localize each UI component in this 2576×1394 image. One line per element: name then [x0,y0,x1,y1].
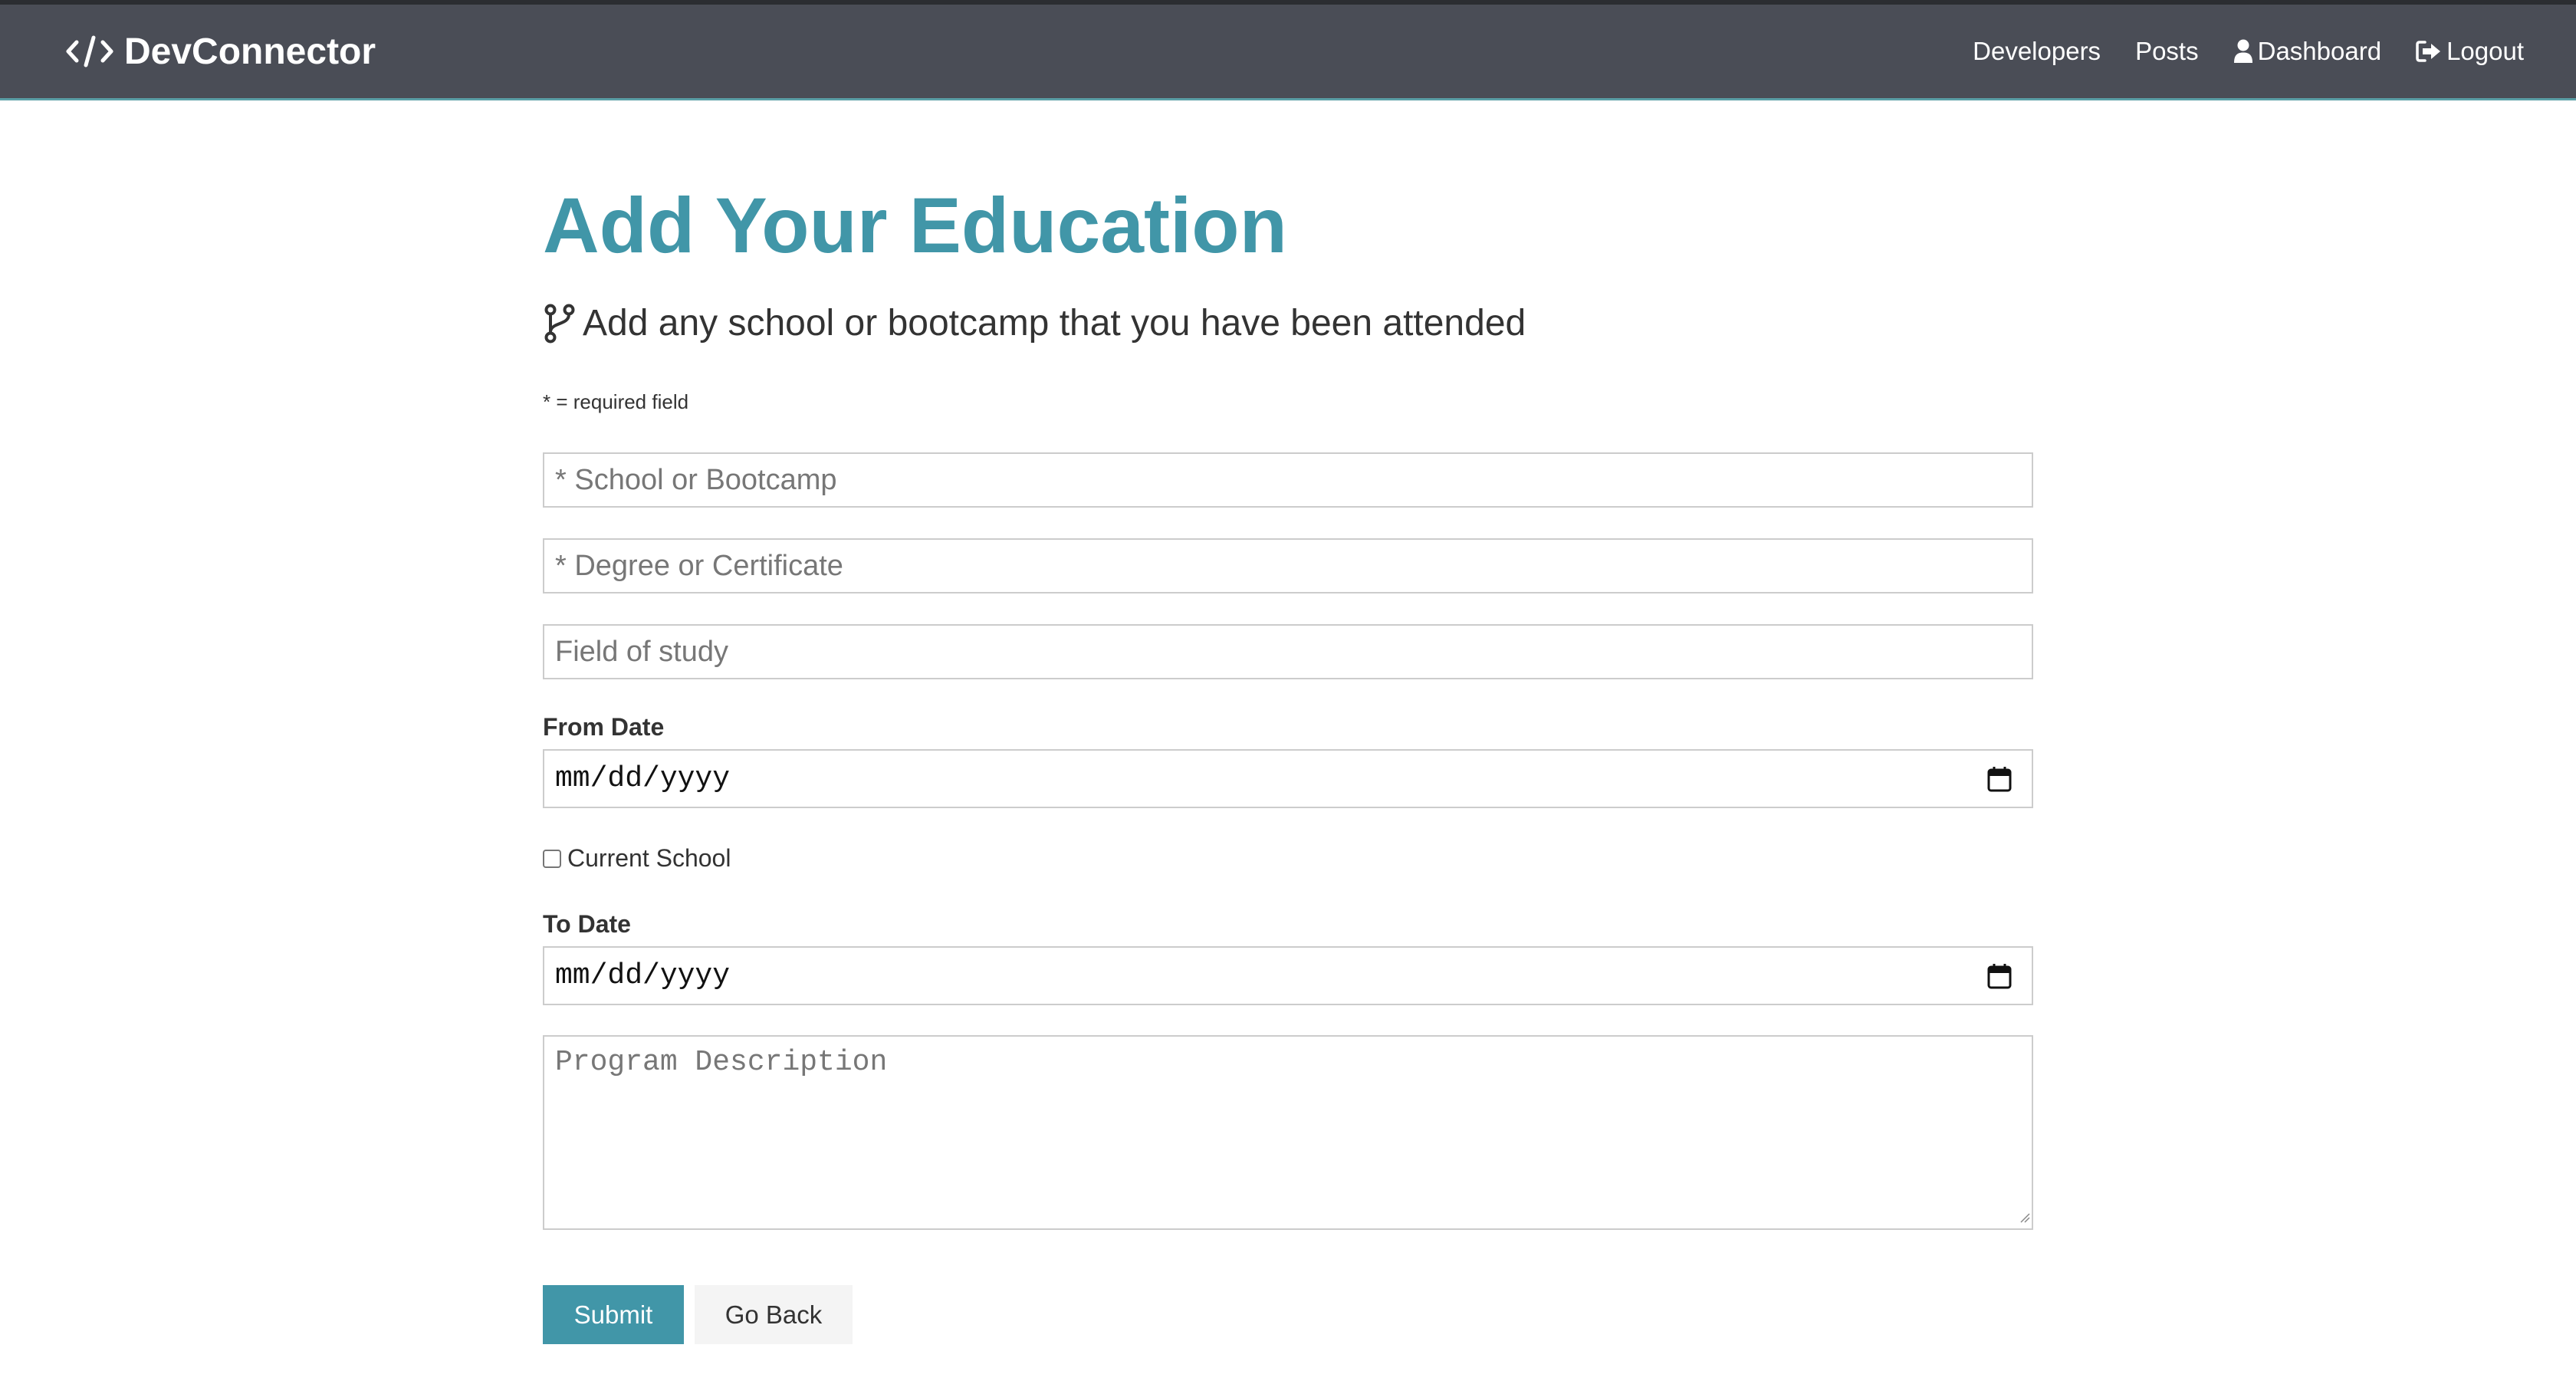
page-title: Add Your Education [543,182,1287,269]
program-description-textarea[interactable]: Program Description [543,1035,2033,1230]
user-icon [2233,39,2253,64]
degree-input[interactable] [543,538,2033,593]
code-branch-icon [543,304,577,344]
code-icon [66,33,113,70]
nav-dashboard-link[interactable]: Dashboard [2233,37,2381,66]
lead-text: Add any school or bootcamp that you have… [583,303,1526,344]
calendar-icon[interactable] [1987,963,2012,989]
nav-logout-link[interactable]: Logout [2416,37,2524,66]
field-of-study-input[interactable] [543,624,2033,679]
brand-link[interactable]: DevConnector [66,31,376,73]
current-school-row: Current School [543,844,731,873]
current-school-label: Current School [567,844,731,872]
school-input[interactable] [543,452,2033,508]
page-lead: Add any school or bootcamp that you have… [543,302,1526,344]
brand-name: DevConnector [124,31,376,72]
sign-out-icon [2416,40,2442,63]
navbar: DevConnector Developers Posts Dashboard [0,0,2576,100]
calendar-icon[interactable] [1987,766,2012,792]
to-date-input[interactable]: mm/dd/yyyy [543,946,2033,1005]
nav-logout-label: Logout [2446,37,2524,65]
resize-handle-icon[interactable] [2018,1211,2030,1227]
current-school-checkbox[interactable] [543,849,561,868]
program-description-placeholder: Program Description [555,1046,888,1079]
nav-dashboard-label: Dashboard [2257,37,2382,65]
nav-developers-link[interactable]: Developers [1973,37,2101,66]
required-note: * = required field [543,390,689,413]
from-date-input[interactable]: mm/dd/yyyy [543,749,2033,808]
nav-posts-link[interactable]: Posts [2135,37,2199,66]
nav-links: Developers Posts Dashboard Logout [1938,37,2524,66]
from-date-label: From Date [543,713,665,741]
submit-button[interactable]: Submit [543,1285,684,1344]
to-date-value: mm/dd/yyyy [555,959,731,992]
from-date-value: mm/dd/yyyy [555,762,731,795]
go-back-button[interactable]: Go Back [695,1285,853,1344]
to-date-label: To Date [543,910,631,938]
